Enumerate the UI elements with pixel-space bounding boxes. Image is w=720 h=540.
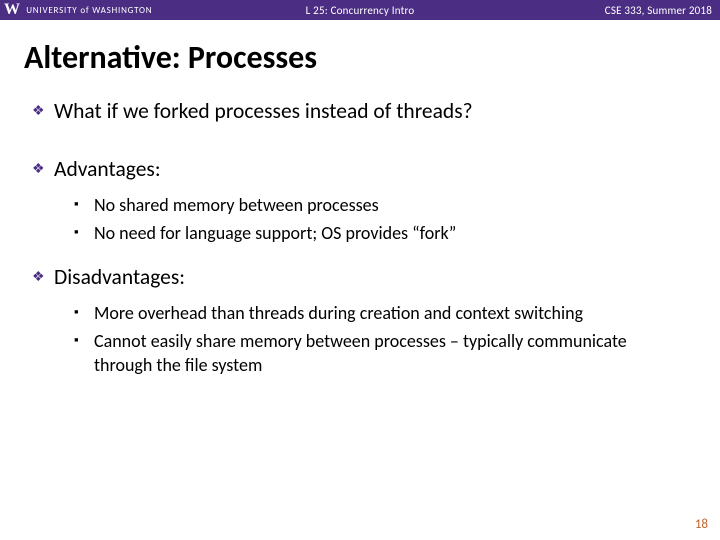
- bullet-l2: ▪ More overhead than threads during crea…: [74, 301, 688, 325]
- diamond-icon: ❖: [32, 155, 54, 183]
- bullet-text: More overhead than threads during creati…: [94, 301, 583, 325]
- lecture-label: L 25: Concurrency Intro: [306, 4, 415, 17]
- bullet-text: No need for language support; OS provide…: [94, 221, 456, 245]
- bullet-text: What if we forked processes instead of t…: [54, 97, 473, 125]
- header-left: W UNIVERSITY of WASHINGTON: [4, 2, 152, 18]
- square-icon: ▪: [74, 329, 94, 353]
- bullet-text: Cannot easily share memory between proce…: [94, 329, 688, 377]
- bullet-text: Advantages:: [54, 155, 161, 183]
- square-icon: ▪: [74, 301, 94, 325]
- bullet-text: Disadvantages:: [54, 263, 185, 291]
- university-name: UNIVERSITY of WASHINGTON: [26, 5, 152, 16]
- bullet-text: No shared memory between processes: [94, 193, 379, 217]
- page-title: Alternative: Processes: [0, 20, 720, 91]
- bullet-l2: ▪ Cannot easily share memory between pro…: [74, 329, 688, 377]
- uw-logo-icon: W: [4, 2, 20, 18]
- bullet-l1: ❖ Advantages:: [32, 155, 688, 183]
- slide: W UNIVERSITY of WASHINGTON L 25: Concurr…: [0, 0, 720, 540]
- sublist-advantages: ▪ No shared memory between processes ▪ N…: [74, 193, 688, 245]
- page-number: 18: [695, 517, 708, 532]
- header-bar: W UNIVERSITY of WASHINGTON L 25: Concurr…: [0, 0, 720, 20]
- bullet-l2: ▪ No shared memory between processes: [74, 193, 688, 217]
- diamond-icon: ❖: [32, 263, 54, 291]
- bullet-l2: ▪ No need for language support; OS provi…: [74, 221, 688, 245]
- sublist-disadvantages: ▪ More overhead than threads during crea…: [74, 301, 688, 377]
- slide-body: ❖ What if we forked processes instead of…: [0, 97, 720, 377]
- square-icon: ▪: [74, 221, 94, 245]
- bullet-l1: ❖ What if we forked processes instead of…: [32, 97, 688, 125]
- square-icon: ▪: [74, 193, 94, 217]
- diamond-icon: ❖: [32, 97, 54, 125]
- bullet-l1: ❖ Disadvantages:: [32, 263, 688, 291]
- course-term: CSE 333, Summer 2018: [605, 4, 712, 17]
